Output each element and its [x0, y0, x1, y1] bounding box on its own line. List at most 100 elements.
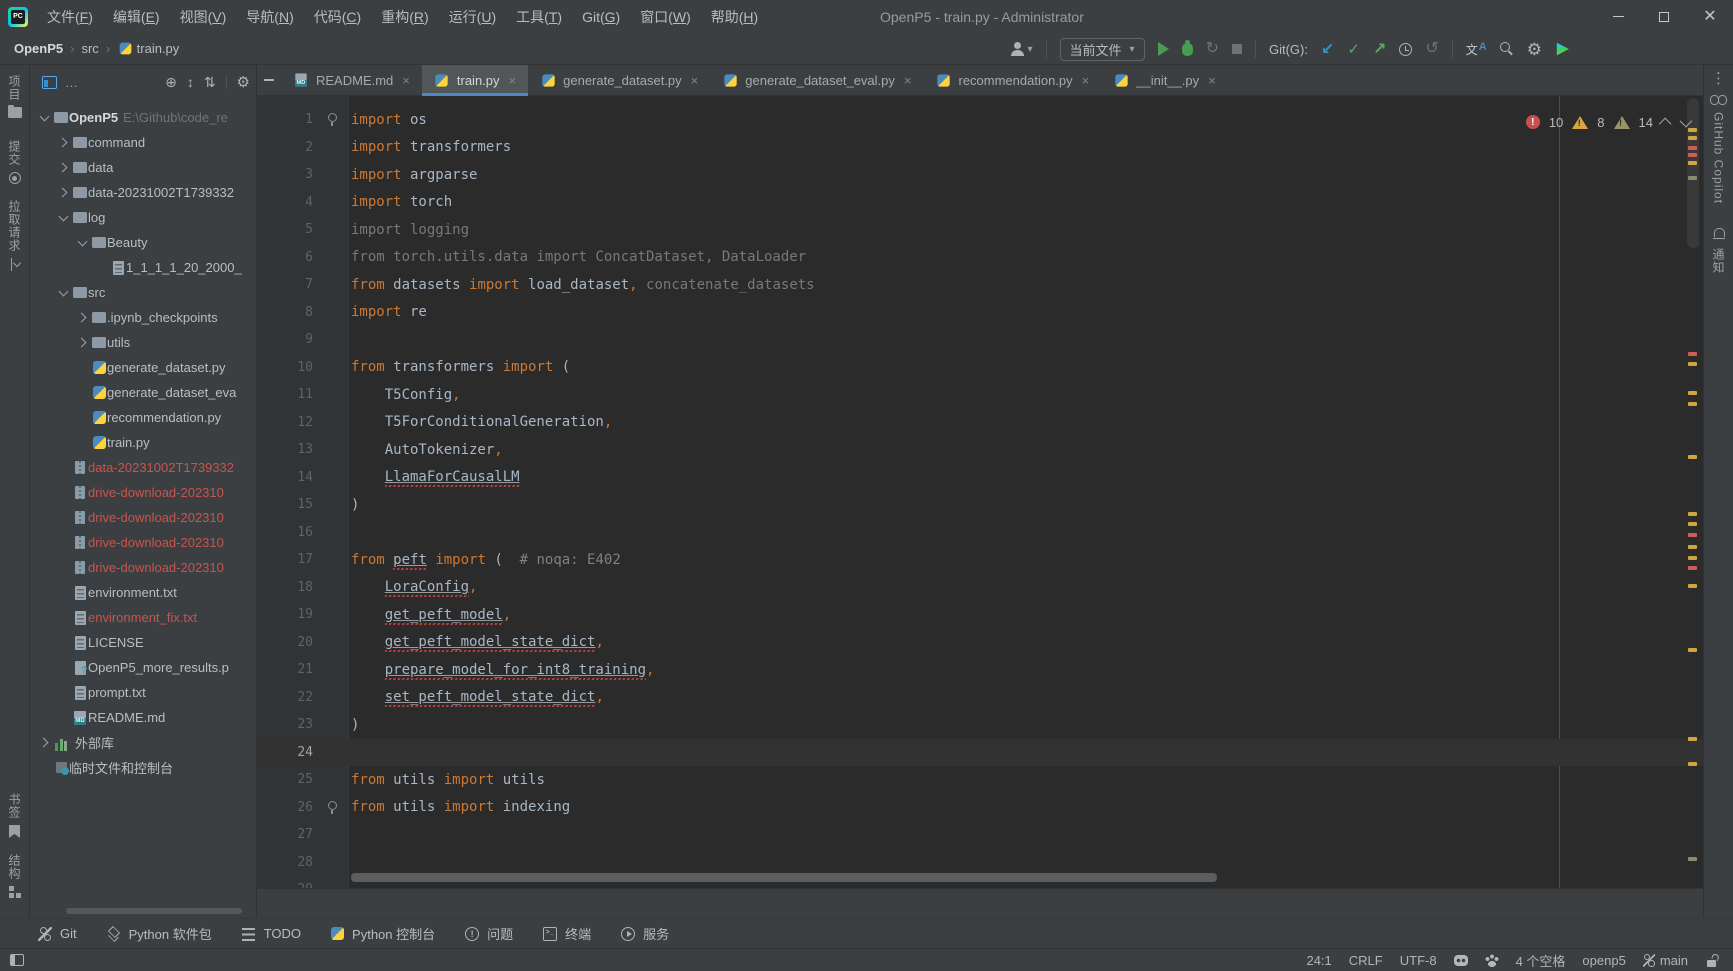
editor-tab[interactable]: train.py ×: [422, 65, 528, 95]
code-line[interactable]: 16: [257, 519, 1703, 547]
copilot-status-icon[interactable]: [1454, 955, 1468, 966]
editor-tab[interactable]: recommendation.py ×: [923, 65, 1101, 95]
code-line[interactable]: 5 import logging: [257, 216, 1703, 244]
run-button[interactable]: [1158, 42, 1169, 56]
settings-gear-icon[interactable]: ⚙: [237, 75, 250, 90]
menu-item[interactable]: 代码(C): [305, 4, 370, 30]
github-copilot-icon[interactable]: [1710, 95, 1727, 104]
git-branch-widget[interactable]: main: [1643, 953, 1688, 968]
tree-item[interactable]: OpenP5_more_results.p: [30, 655, 256, 680]
line-number[interactable]: 10: [257, 360, 313, 375]
code-line[interactable]: 26 from utils import indexing: [257, 794, 1703, 822]
error-stripe-mark[interactable]: [1688, 545, 1697, 549]
code-text[interactable]: import logging: [351, 222, 469, 238]
expand-all-icon[interactable]: ↕: [187, 75, 194, 89]
tree-item[interactable]: generate_dataset_eva: [30, 380, 256, 405]
vertical-scrollbar[interactable]: [1687, 98, 1699, 248]
notifications-bell-icon[interactable]: [1713, 228, 1725, 240]
tree-item[interactable]: 1_1_1_1_20_2000_: [30, 255, 256, 280]
tool-window-button-pull-requests[interactable]: 拉取请求: [6, 200, 23, 252]
code-line[interactable]: 14 LlamaForCausalLM: [257, 464, 1703, 492]
line-number[interactable]: 21: [257, 662, 313, 677]
code-line[interactable]: 20 get_peft_model_state_dict,: [257, 629, 1703, 657]
code-editor[interactable]: 1 import os 2 import transformers 3 impo…: [257, 96, 1703, 888]
tree-item[interactable]: drive-download-202310: [30, 480, 256, 505]
tree-item[interactable]: LICENSE: [30, 630, 256, 655]
error-stripe-mark[interactable]: [1688, 857, 1697, 861]
line-number[interactable]: 15: [257, 497, 313, 512]
breadcrumb-file[interactable]: train.py: [137, 41, 180, 56]
code-line[interactable]: 3 import argparse: [257, 161, 1703, 189]
tree-item[interactable]: README.md: [30, 705, 256, 730]
menu-item[interactable]: 编辑(E): [104, 4, 169, 30]
code-line[interactable]: 19 get_peft_model,: [257, 601, 1703, 629]
error-stripe-mark[interactable]: [1688, 455, 1697, 459]
code-text[interactable]: from torch.utils.data import ConcatDatas…: [351, 249, 806, 265]
user-account-button[interactable]: ▾: [1010, 42, 1033, 56]
tree-item[interactable]: drive-download-202310: [30, 530, 256, 555]
code-text[interactable]: import torch: [351, 194, 452, 210]
error-stripe-mark[interactable]: [1688, 533, 1697, 537]
menu-item[interactable]: 运行(U): [440, 4, 505, 30]
tree-expand-arrow[interactable]: [74, 241, 91, 245]
tree-item[interactable]: prompt.txt: [30, 680, 256, 705]
error-stripe[interactable]: [1687, 96, 1699, 888]
editor-tab[interactable]: __init__.py ×: [1101, 65, 1227, 95]
code-text[interactable]: LoraConfig,: [351, 579, 477, 595]
minimize-button[interactable]: [1595, 0, 1641, 33]
code-line[interactable]: 22 set_peft_model_state_dict,: [257, 684, 1703, 712]
code-text[interactable]: T5ForConditionalGeneration,: [351, 414, 612, 430]
code-line[interactable]: 17 from peft import ( # noqa: E402: [257, 546, 1703, 574]
menu-item[interactable]: 文件(F): [38, 4, 102, 30]
bookmark-flag-icon[interactable]: [9, 825, 20, 838]
code-line[interactable]: 9: [257, 326, 1703, 354]
code-text[interactable]: ): [351, 717, 359, 733]
close-icon[interactable]: ×: [509, 73, 517, 88]
code-text[interactable]: LlamaForCausalLM: [351, 469, 520, 485]
caret-position[interactable]: 24:1: [1306, 953, 1331, 968]
git-rollback-button[interactable]: ↺: [1425, 41, 1438, 57]
line-number[interactable]: 8: [257, 305, 313, 320]
code-line[interactable]: 13 AutoTokenizer,: [257, 436, 1703, 464]
tool-window-button[interactable]: 终端: [543, 924, 591, 943]
line-number[interactable]: 22: [257, 690, 313, 705]
git-push-button[interactable]: ↗: [1373, 39, 1386, 59]
breadcrumb-project[interactable]: OpenP5: [14, 41, 63, 56]
git-menu-label[interactable]: Git(G):: [1269, 42, 1308, 57]
tool-window-button-notifications[interactable]: 通知: [1710, 248, 1727, 274]
layout-icon[interactable]: [10, 954, 24, 966]
code-text[interactable]: set_peft_model_state_dict,: [351, 689, 604, 705]
error-stripe-mark[interactable]: [1688, 146, 1697, 150]
tree-item[interactable]: environment.txt: [30, 580, 256, 605]
close-icon[interactable]: ×: [402, 73, 410, 88]
tool-window-button-commit[interactable]: 提交: [6, 140, 23, 166]
line-number[interactable]: 3: [257, 167, 313, 182]
horizontal-scrollbar[interactable]: [351, 873, 1217, 882]
line-number[interactable]: 29: [257, 882, 313, 888]
editor-tab[interactable]: README.md ×: [281, 65, 422, 95]
menu-item[interactable]: 视图(V): [171, 4, 236, 30]
code-line[interactable]: 4 import torch: [257, 189, 1703, 217]
error-stripe-mark[interactable]: [1688, 566, 1697, 570]
warning-count[interactable]: 8: [1597, 115, 1604, 130]
tree-item[interactable]: command: [30, 130, 256, 155]
code-line[interactable]: 1 import os: [257, 106, 1703, 134]
line-number[interactable]: 16: [257, 525, 313, 540]
translate-icon[interactable]: 文A: [1466, 41, 1487, 58]
line-number[interactable]: 19: [257, 607, 313, 622]
code-line[interactable]: 23 ): [257, 711, 1703, 739]
breadcrumb-folder[interactable]: src: [81, 41, 98, 56]
menu-item[interactable]: 工具(T): [507, 4, 571, 30]
tree-item[interactable]: environment_fix.txt: [30, 605, 256, 630]
locate-file-icon[interactable]: ⊕: [165, 75, 177, 89]
previous-problem-icon[interactable]: [1659, 117, 1672, 130]
tree-item[interactable]: drive-download-202310: [30, 505, 256, 530]
tool-window-button[interactable]: 服务: [621, 924, 669, 943]
code-text[interactable]: import os: [351, 112, 427, 128]
error-stripe-mark[interactable]: [1688, 391, 1697, 395]
code-line[interactable]: 24: [257, 739, 1703, 767]
python-interpreter[interactable]: openp5: [1582, 953, 1625, 968]
tree-item[interactable]: src: [30, 280, 256, 305]
code-line[interactable]: 15 ): [257, 491, 1703, 519]
code-text[interactable]: import re: [351, 304, 427, 320]
